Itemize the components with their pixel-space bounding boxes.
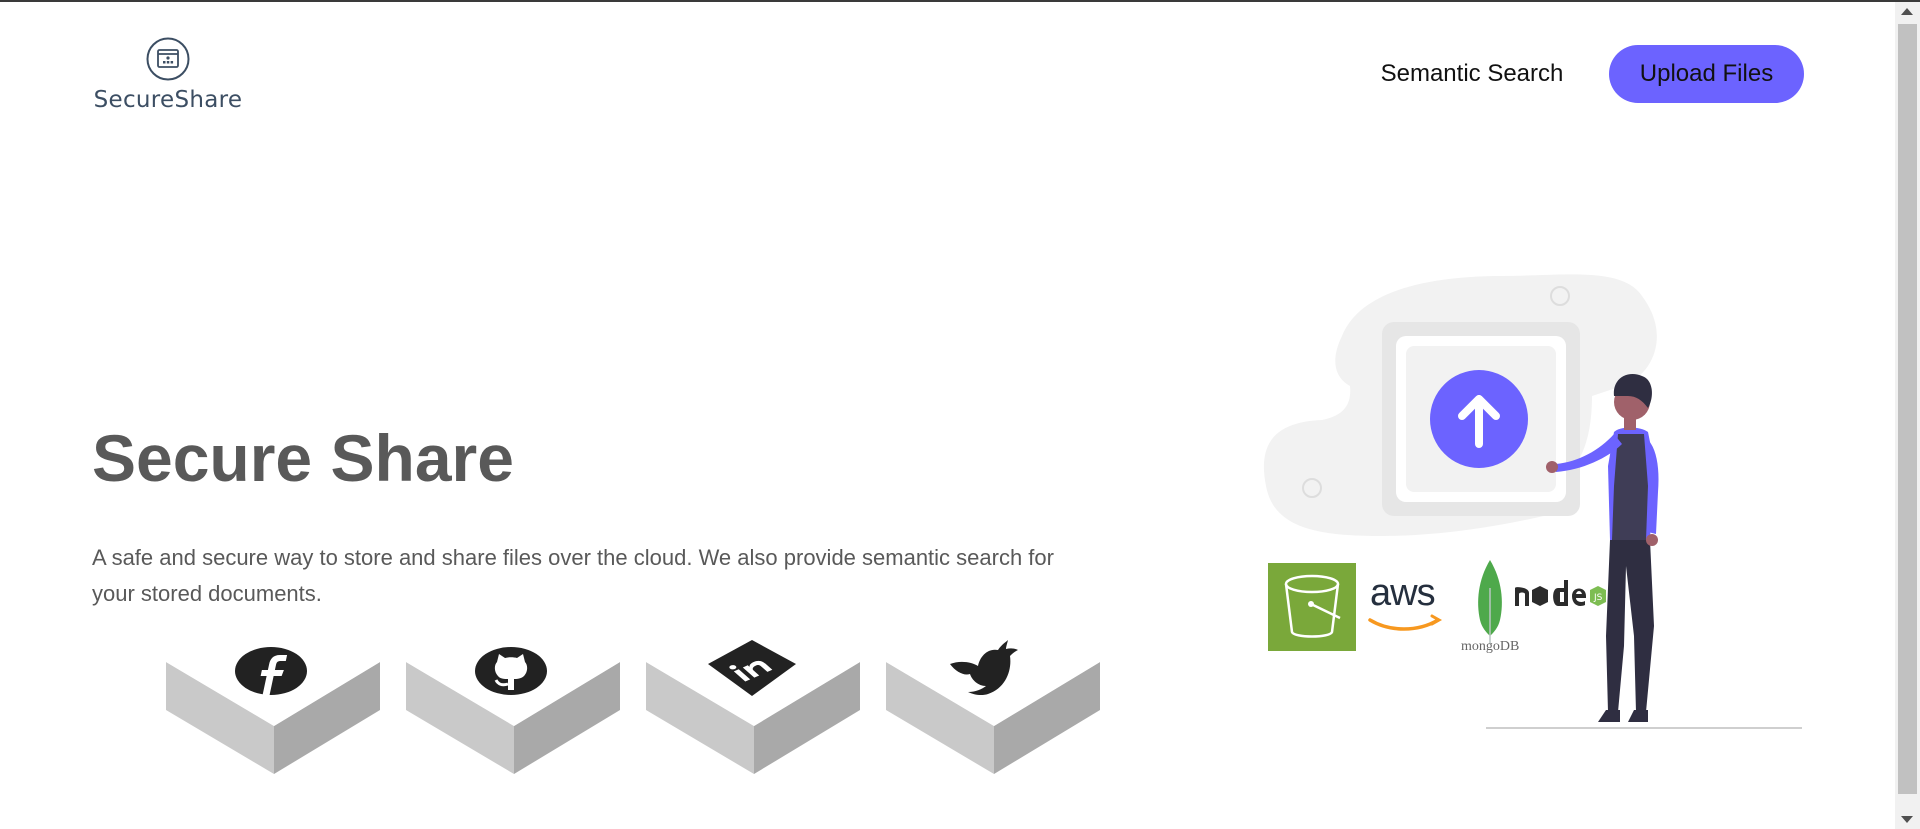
aws-smile — [1368, 618, 1440, 631]
scroll-down-arrow-icon[interactable] — [1901, 816, 1913, 823]
logo-mark-icon — [146, 37, 190, 81]
hero-title: Secure Share — [92, 421, 514, 495]
window-top-border — [0, 0, 1920, 2]
mongodb-label: mongoDB — [1461, 639, 1520, 654]
scroll-up-arrow-icon[interactable] — [1901, 8, 1913, 15]
facebook-link[interactable] — [166, 636, 382, 776]
github-icon — [475, 647, 547, 695]
logo-text: SecureShare — [93, 87, 243, 113]
tech-stack-logos: JS — [1268, 560, 1606, 651]
linkedin-icon — [708, 640, 796, 696]
social-links — [166, 636, 1102, 776]
nodejs-icon: JS — [1515, 580, 1606, 606]
upload-files-button[interactable]: Upload Files — [1609, 45, 1804, 103]
hero-description: A safe and secure way to store and share… — [92, 545, 1054, 606]
github-link[interactable] — [406, 636, 622, 776]
upload-illustration — [1263, 274, 1802, 729]
logo[interactable]: SecureShare — [92, 37, 244, 113]
twitter-icon — [950, 640, 1018, 696]
scrollbar-thumb[interactable] — [1898, 24, 1917, 794]
svg-text:JS: JS — [1593, 593, 1603, 603]
twitter-link[interactable] — [886, 636, 1102, 776]
mongodb-icon — [1478, 560, 1502, 644]
facebook-icon — [235, 647, 307, 696]
linkedin-link[interactable] — [646, 636, 862, 776]
aws-logo-text: aws — [1370, 572, 1436, 614]
s3-bucket-icon — [1268, 563, 1356, 651]
nav-link-semantic-search[interactable]: Semantic Search — [1371, 58, 1573, 90]
